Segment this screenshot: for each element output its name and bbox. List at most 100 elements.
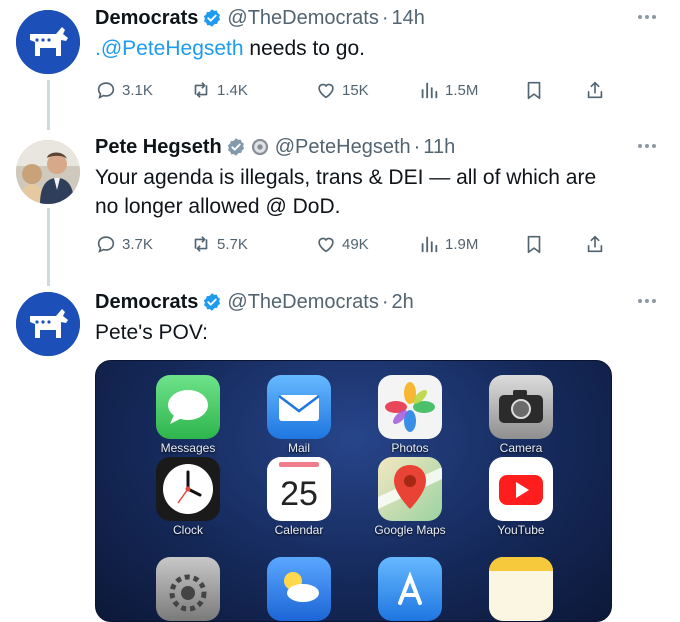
avatar[interactable] [16,140,80,204]
tweet-text: Pete's POV: [95,321,208,344]
verified-badge-icon [202,8,222,28]
app-calendar: 25 Calendar [259,457,339,537]
avatar[interactable] [16,292,80,356]
tweet-actions: 3.1K 1.4K 15K 1.5M [95,76,613,104]
reply-count: 3.1K [122,81,153,99]
google-maps-icon [378,457,442,521]
tweet-actions: 3.7K 5.7K 49K 1.9M [95,230,613,258]
view-count: 1.9M [445,235,479,253]
separator: · [413,136,421,158]
tweet[interactable]: Pete Hegseth @PeteHegseth · 11h Your age… [95,135,656,221]
views-chart-icon [421,236,438,253]
reply-icon [97,82,115,99]
app-google-maps: Google Maps [370,457,450,537]
donkey-logo-icon [16,292,80,356]
app-icon-partial [370,557,450,621]
retweet-button[interactable]: 5.7K [190,230,248,258]
share-icon [587,235,603,253]
tweet-text-body: needs to go. [243,37,366,60]
handle[interactable]: @TheDemocrats [227,290,378,314]
tweet-header: Democrats @TheDemocrats · 2h [95,290,610,314]
more-options-icon[interactable] [634,8,660,26]
app-label: Messages [160,441,216,455]
calendar-icon: 25 [267,457,331,521]
more-options-icon[interactable] [634,137,660,155]
more-options-icon[interactable] [634,292,660,310]
retweet-count: 5.7K [217,235,248,253]
weather-icon [267,557,331,621]
heart-icon [318,237,334,253]
handle[interactable]: @TheDemocrats [227,6,378,30]
like-count: 15K [342,81,369,99]
app-label: Clock [172,523,203,537]
thread-connector [47,80,50,130]
bookmark-button[interactable] [523,230,545,258]
app-label: Google Maps [374,523,446,537]
app-messages: Messages [148,375,228,455]
retweet-button[interactable]: 1.4K [190,76,248,104]
bookmark-button[interactable] [523,76,545,104]
views-button[interactable]: 1.5M [418,76,478,104]
share-icon [587,81,603,99]
bookmark-icon [527,235,541,254]
tweet-header: Pete Hegseth @PeteHegseth · 11h [95,135,610,159]
settings-icon [156,557,220,621]
verified-badge-icon [202,292,222,312]
views-chart-icon [421,82,438,99]
government-seal-icon [251,138,269,156]
retweet-icon [194,236,208,252]
timestamp[interactable]: 14h [392,6,425,30]
reply-button[interactable]: 3.1K [95,76,153,104]
profile-photo [16,140,80,204]
youtube-icon [489,457,553,521]
separator: · [381,291,389,313]
messages-icon [156,375,220,439]
display-name[interactable]: Democrats [95,6,198,30]
display-name[interactable]: Pete Hegseth [95,135,222,159]
calendar-day: 25 [280,475,318,513]
app-label: Mail [287,441,310,455]
clock-icon [156,457,220,521]
tweet-media-image[interactable]: Messages Mail Photos Camera Clock 25 Cal… [95,360,612,622]
like-button[interactable]: 49K [315,230,369,258]
donkey-logo-icon [16,10,80,74]
app-icon-partial [148,557,228,621]
notes-icon [489,557,553,621]
mention-link[interactable]: .@PeteHegseth [95,37,244,60]
avatar[interactable] [16,10,80,74]
timestamp[interactable]: 11h [423,135,455,159]
reply-button[interactable]: 3.7K [95,230,153,258]
mail-icon [267,375,331,439]
camera-icon [489,375,553,439]
handle[interactable]: @PeteHegseth [275,135,411,159]
app-label: YouTube [497,523,545,537]
share-button[interactable] [584,76,606,104]
separator: · [381,7,389,29]
photos-icon [378,375,442,439]
app-label: Camera [499,441,543,455]
app-icon-partial [481,557,561,621]
like-button[interactable]: 15K [315,76,369,104]
tweet-text: .@PeteHegseth needs to go. [95,34,610,63]
retweet-count: 1.4K [217,81,248,99]
tweet[interactable]: Democrats @TheDemocrats · 14h .@PeteHegs… [95,6,656,63]
app-icon-partial [259,557,339,621]
verified-badge-icon [226,137,246,157]
share-button[interactable] [584,230,606,258]
app-youtube: YouTube [481,457,561,537]
display-name[interactable]: Democrats [95,290,198,314]
timestamp[interactable]: 2h [392,290,414,314]
reply-icon [97,236,115,253]
view-count: 1.5M [445,81,479,99]
heart-icon [318,83,334,99]
reply-count: 3.7K [122,235,153,253]
tweet-text: Your agenda is illegals, trans & DEI — a… [95,166,597,218]
retweet-icon [194,82,208,98]
thread-connector [47,208,50,286]
tweet[interactable]: Democrats @TheDemocrats · 2h Pete's POV: [95,290,656,347]
app-clock: Clock [148,457,228,537]
app-label: Calendar [274,523,324,537]
views-button[interactable]: 1.9M [418,230,478,258]
app-label: Photos [391,441,429,455]
like-count: 49K [342,235,369,253]
